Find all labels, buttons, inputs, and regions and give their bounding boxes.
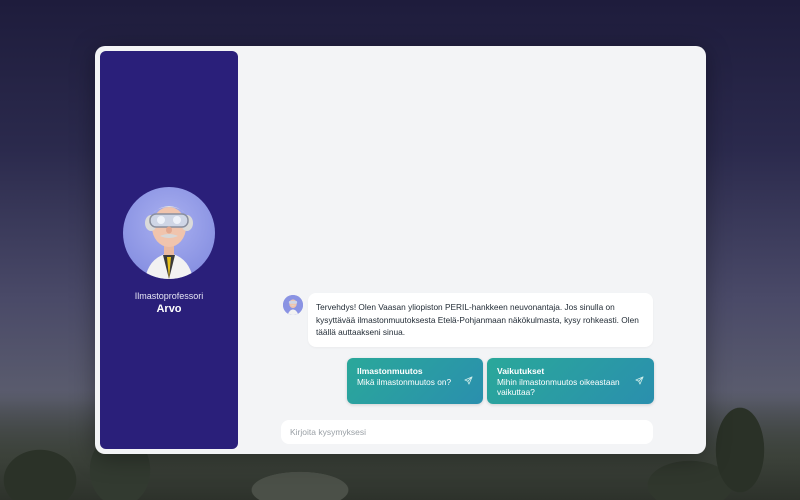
send-icon [464, 376, 473, 385]
assistant-avatar [123, 187, 215, 279]
suggestion-text: Mihin ilmastonmuutos oikeastaan vaikutta… [497, 377, 620, 397]
suggestion-text: Mikä ilmastonmuutos on? [357, 377, 452, 387]
message-bubble: Tervehdys! Olen Vaasan yliopiston PERIL-… [308, 293, 653, 347]
suggestion-title: Vaikutukset [497, 366, 545, 376]
suggestion-title: Ilmastonmuutos [357, 366, 423, 376]
suggestion-button-vaikutukset[interactable]: Vaikutukset Mihin ilmastonmuutos oikeast… [487, 358, 654, 404]
message-avatar [283, 295, 303, 315]
chat-area: Tervehdys! Olen Vaasan yliopiston PERIL-… [243, 46, 706, 454]
assistant-message: Tervehdys! Olen Vaasan yliopiston PERIL-… [283, 293, 653, 347]
assistant-role: Ilmastoprofessori [134, 291, 204, 301]
chat-window: Ilmastoprofessori Arvo Tervehdys! Olen V… [95, 46, 706, 454]
assistant-name: Arvo [156, 303, 182, 315]
suggestion-list: Ilmastonmuutos Mikä ilmastonmuutos on? V… [347, 358, 654, 404]
assistant-sidebar: Ilmastoprofessori Arvo [100, 51, 238, 449]
send-icon [635, 376, 644, 385]
suggestion-button-ilmastonmuutos[interactable]: Ilmastonmuutos Mikä ilmastonmuutos on? [347, 358, 483, 404]
question-input[interactable] [281, 420, 653, 444]
